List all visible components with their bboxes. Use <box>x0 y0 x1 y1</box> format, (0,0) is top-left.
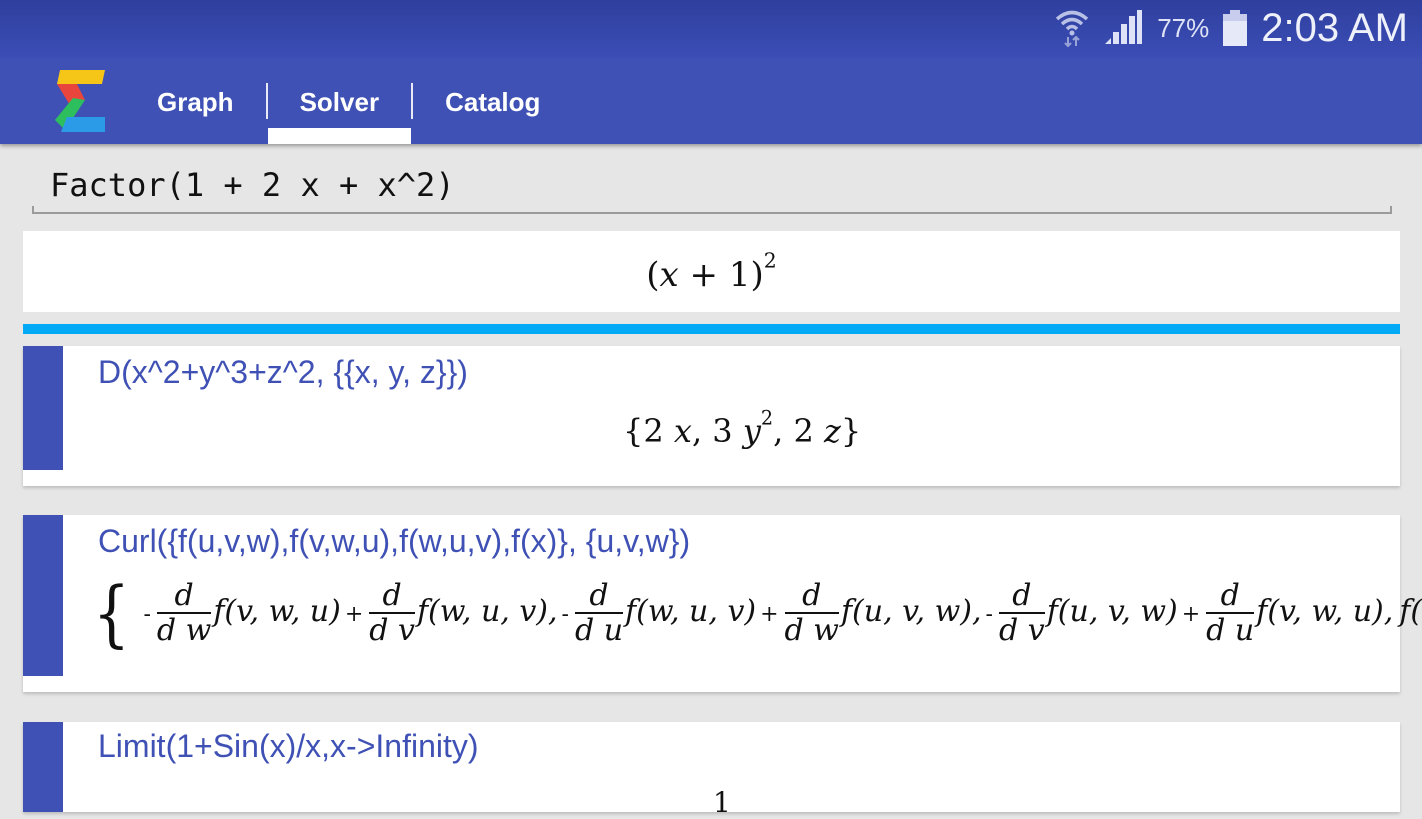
history-query[interactable]: D(x^2+y^3+z^2, {{x, y, z}}) <box>98 354 468 391</box>
result-var: y <box>742 412 761 450</box>
history-result: 1 <box>713 786 731 819</box>
fraction-numerator: d <box>998 579 1045 614</box>
tab-catalog-label: Catalog <box>445 87 541 117</box>
fraction-denominator: d u <box>1206 613 1255 648</box>
fraction-denominator: d v <box>998 613 1045 648</box>
fraction-denominator: d w <box>784 613 839 648</box>
tab-graph-label: Graph <box>157 87 234 117</box>
function-call: f(u, v, w) <box>1046 594 1178 629</box>
fraction-numerator: d <box>574 579 624 614</box>
fraction-numerator: d <box>156 579 212 614</box>
paren-close: ) <box>750 254 764 295</box>
result-var: x <box>673 412 692 450</box>
function-call: f(v, w, u) <box>213 594 341 629</box>
history-card[interactable]: Curl({f(u,v,w),f(v,w,u),f(w,u,v),f(x)}, … <box>23 515 1422 692</box>
app-bar: 77% 2:03 AM Graph Solver Catalog <box>0 0 1422 144</box>
current-result: (x + 1)2 <box>23 231 1400 312</box>
result-part: } <box>840 412 862 450</box>
brace-open: { <box>93 570 130 656</box>
derivative-fraction: dd v <box>369 579 415 647</box>
derivative-fraction: dd v <box>998 579 1045 648</box>
tab-graph[interactable]: Graph <box>125 80 266 144</box>
derivative-fraction: dd w <box>156 579 212 648</box>
math-sign: + <box>760 602 779 627</box>
function-call: f(w, u, v), <box>416 594 558 629</box>
battery-icon <box>1223 10 1248 46</box>
expression-input-wrapper <box>32 160 1392 216</box>
history-card[interactable]: D(x^2+y^3+z^2, {{x, y, z}}) {2 x, 3 y2, … <box>23 346 1400 486</box>
derivative-fraction: dd w <box>784 579 839 648</box>
fraction-numerator: d <box>784 579 839 614</box>
fraction-denominator: d w <box>156 613 212 648</box>
fraction-denominator: d v <box>369 613 415 648</box>
history-result: {2 x, 3 y2, 2 z} <box>623 409 862 450</box>
result-exponent: 2 <box>760 406 774 430</box>
status-bar: 77% 2:03 AM <box>1055 0 1408 56</box>
function-call: f(u, v, w), <box>840 594 982 629</box>
function-call: f(w, u, v) <box>625 594 757 629</box>
paren-open: ( <box>646 254 660 295</box>
tab-bar: Graph Solver Catalog <box>125 80 572 144</box>
card-accent-bar <box>23 346 63 470</box>
result-var: z <box>823 412 841 450</box>
math-var: x <box>659 254 679 295</box>
math-op: + <box>689 254 719 295</box>
tab-catalog[interactable]: Catalog <box>413 80 572 144</box>
battery-percent: 77% <box>1157 12 1210 43</box>
fraction-numerator: d <box>369 579 415 614</box>
math-sign: + <box>344 602 364 627</box>
math-exponent: 2 <box>763 248 777 273</box>
sigma-logo-icon[interactable] <box>55 70 105 132</box>
wifi-icon <box>1056 10 1089 48</box>
history-card[interactable]: Limit(1+Sin(x)/x,x->Infinity) 1 <box>23 722 1400 819</box>
math-num: 1 <box>728 254 751 295</box>
history-result: { -dd w f(v, w, u) + d d v f(w, u, v), - d d u f(… <box>93 571 1422 656</box>
math-sign: - <box>143 602 151 627</box>
function-call: f(v, w, u), <box>1256 594 1394 629</box>
result-part: {2 <box>623 412 664 450</box>
math-sign: - <box>561 602 569 627</box>
history-query[interactable]: Curl({f(u,v,w),f(v,w,u),f(w,u,v),f(x)}, … <box>98 523 690 560</box>
card-accent-bar <box>23 515 63 676</box>
fraction-numerator: d <box>1206 579 1255 614</box>
result-part: , 2 <box>773 412 814 450</box>
math-sign: - <box>985 602 993 627</box>
derivative-fraction: dd u <box>574 579 624 648</box>
input-underline <box>32 206 1392 214</box>
current-result-math: (x + 1)2 <box>646 250 776 295</box>
tab-solver-label: Solver <box>299 87 380 117</box>
expression-input[interactable] <box>32 160 1390 210</box>
progress-bar <box>23 324 1400 334</box>
result-part: , 3 <box>691 412 733 450</box>
tab-solver[interactable]: Solver <box>267 80 412 144</box>
derivative-fraction: dd u <box>1206 579 1255 648</box>
function-call: f(x) <box>1399 594 1422 629</box>
cellular-signal-icon <box>1105 10 1143 44</box>
card-accent-bar <box>23 722 63 812</box>
fraction-denominator: d u <box>574 613 624 648</box>
history-query[interactable]: Limit(1+Sin(x)/x,x->Infinity) <box>98 728 479 765</box>
clock: 2:03 AM <box>1261 5 1408 50</box>
math-sign: + <box>1181 602 1201 627</box>
